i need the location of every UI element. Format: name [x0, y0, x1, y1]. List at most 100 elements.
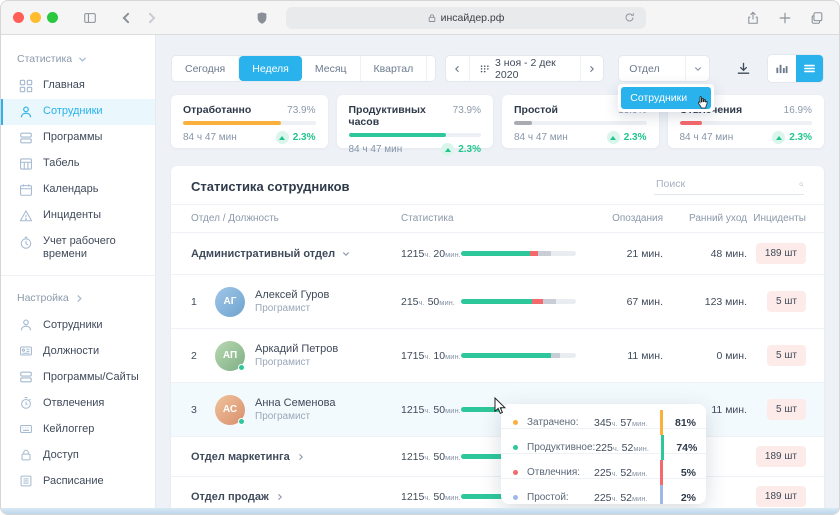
- shield-icon[interactable]: [252, 8, 272, 28]
- sidebar-item-label: Отвлечения: [43, 397, 104, 410]
- table-row-aleksey-gurov[interactable]: 1 АГ Алексей ГуровПрограмист 215ч. 50мин…: [171, 275, 824, 329]
- zoom-window-button[interactable]: [47, 12, 58, 23]
- sidebar-item-dostup[interactable]: Доступ: [1, 442, 155, 468]
- table-row-arkadiy-petrov[interactable]: 2 АП Аркадий ПетровПрограмист 1715ч. 10м…: [171, 329, 824, 383]
- avatar: АП: [215, 341, 245, 371]
- sidebar-item-raspisanie[interactable]: Расписание: [1, 468, 155, 494]
- table-row-marketing-dept[interactable]: Отдел маркетинга 1215ч. 50мин. 189 шт: [171, 437, 824, 477]
- card-percent: 16.9%: [784, 105, 812, 116]
- layers-icon: [19, 370, 33, 384]
- date-range-button[interactable]: 3 ноя - 2 дек 2020: [469, 56, 581, 81]
- id-badge-icon: [19, 344, 33, 358]
- table-header-row: Отдел / Должность Статистика Опоздания Р…: [171, 205, 824, 233]
- department-name[interactable]: Отдел маркетинга: [191, 451, 401, 463]
- early-value: 0 мин.: [663, 350, 747, 362]
- incidents-badge: 5 шт: [767, 291, 806, 312]
- late-value: 21 мин.: [591, 248, 663, 260]
- employee-role: Програмист: [255, 357, 338, 368]
- late-value: 11 мин.: [591, 350, 663, 362]
- table-row-admin-dept[interactable]: Административный отдел 1215ч. 20мин. 21 …: [171, 233, 824, 275]
- forward-icon[interactable]: [142, 8, 162, 28]
- list-icon: [19, 474, 33, 488]
- sidebar-item-label: Главная: [43, 79, 85, 92]
- early-value: 123 мин.: [663, 296, 747, 308]
- sidebar-item-programmy-sayty[interactable]: Программы/Сайты: [1, 364, 155, 390]
- col-incidents[interactable]: Инциденты: [747, 213, 806, 224]
- row-number: 2: [191, 350, 205, 362]
- col-department[interactable]: Отдел / Должность: [191, 213, 401, 224]
- tab-mesyats[interactable]: Месяц: [302, 56, 361, 81]
- sidebar-item-programmy[interactable]: Программы: [1, 125, 155, 151]
- col-late[interactable]: Опоздания: [591, 213, 663, 224]
- minimize-window-button[interactable]: [30, 12, 41, 23]
- triangle-up-icon: [772, 131, 785, 144]
- employee-name[interactable]: Анна Семенова: [255, 397, 335, 409]
- sidebar-section-statistics[interactable]: Статистика: [1, 45, 155, 73]
- sidebar-toggle-icon[interactable]: [80, 8, 100, 28]
- tab-kvartal[interactable]: Квартал: [361, 56, 428, 81]
- sidebar-item-label: Должности: [43, 345, 99, 358]
- tab-nedelya[interactable]: Неделя: [239, 56, 302, 81]
- search-input[interactable]: [654, 177, 793, 191]
- reload-icon[interactable]: [620, 8, 640, 28]
- table-row-sales-dept[interactable]: Отдел продаж 1215ч. 50мин. 189 шт: [171, 477, 824, 508]
- activity-bar[interactable]: [461, 353, 576, 358]
- col-statistics[interactable]: Статистика: [401, 213, 461, 224]
- tab-overview-icon[interactable]: [807, 8, 827, 28]
- delta-badge: 2.3%: [276, 131, 316, 144]
- sidebar-item-label: Календарь: [43, 183, 99, 196]
- lock-icon: [427, 13, 437, 23]
- grid-icon: [19, 79, 33, 93]
- sidebar-item-label: Табель: [43, 157, 79, 170]
- tooltip-row-produktivnoe: Продуктивное: 225ч. 52мин. 74%: [501, 429, 706, 454]
- sidebar-item-intsidenty[interactable]: Инциденты: [1, 203, 155, 229]
- sidebar-item-glavnaya[interactable]: Главная: [1, 73, 155, 99]
- employee-name[interactable]: Аркадий Петров: [255, 343, 338, 355]
- prev-period-icon[interactable]: [446, 56, 469, 81]
- col-early[interactable]: Ранний уход: [663, 213, 747, 224]
- incidents-badge: 189 шт: [756, 486, 806, 507]
- dropdown-item-sotrudniki[interactable]: Сотрудники: [621, 87, 711, 109]
- card-time: 84 ч 47 мин: [349, 144, 403, 155]
- sidebar-item-label: Программы: [43, 131, 102, 144]
- search-icon[interactable]: [799, 179, 804, 190]
- department-name[interactable]: Отдел продаж: [191, 491, 401, 503]
- sidebar-item-kalendar[interactable]: Календарь: [1, 177, 155, 203]
- employee-name[interactable]: Алексей Гуров: [255, 289, 329, 301]
- department-select[interactable]: Отдел: [618, 55, 710, 82]
- new-tab-icon[interactable]: [775, 8, 795, 28]
- avatar: АГ: [215, 287, 245, 317]
- hours-value: 215ч. 50мин.: [401, 296, 461, 308]
- card-title: Отработанно: [183, 104, 251, 116]
- sidebar-item-otvlecheniya[interactable]: Отвлечения: [1, 390, 155, 416]
- sidebar-item-dolzhnosti[interactable]: Должности: [1, 338, 155, 364]
- card-time: 84 ч 47 мин: [183, 132, 237, 143]
- keyboard-icon: [19, 422, 33, 436]
- triangle-up-icon: [441, 143, 454, 156]
- activity-bar[interactable]: [461, 251, 576, 256]
- department-name[interactable]: Административный отдел: [191, 248, 401, 260]
- sidebar-item-sotrudniki[interactable]: Сотрудники: [1, 99, 155, 125]
- back-icon[interactable]: [116, 8, 136, 28]
- sidebar-item-keylogger[interactable]: Кейлоггер: [1, 416, 155, 442]
- address-bar[interactable]: инсайдер.рф: [286, 7, 646, 29]
- calendar-icon: [19, 183, 33, 197]
- progress-track: [514, 121, 647, 125]
- sidebar-item-uchet-vremeni[interactable]: Учет рабочего времени: [1, 229, 155, 267]
- sidebar-item-sotrudniki-settings[interactable]: Сотрудники: [1, 312, 155, 338]
- share-icon[interactable]: [743, 8, 763, 28]
- select-value: Отдел: [619, 63, 685, 75]
- chart-view-button[interactable]: [768, 55, 795, 82]
- list-view-button[interactable]: [796, 55, 823, 82]
- date-range-picker: 3 ноя - 2 дек 2020: [445, 55, 604, 82]
- close-window-button[interactable]: [13, 12, 24, 23]
- tab-god[interactable]: Год: [427, 56, 436, 81]
- sidebar-item-tabel[interactable]: Табель: [1, 151, 155, 177]
- next-period-icon[interactable]: [581, 56, 604, 81]
- activity-bar[interactable]: [461, 299, 576, 304]
- tab-segodnya[interactable]: Сегодня: [172, 56, 239, 81]
- download-button[interactable]: [736, 61, 751, 76]
- search-box[interactable]: [654, 177, 804, 195]
- tooltip-percent: 81%: [666, 417, 696, 429]
- sidebar-section-nastroyka[interactable]: Настройка: [1, 284, 155, 312]
